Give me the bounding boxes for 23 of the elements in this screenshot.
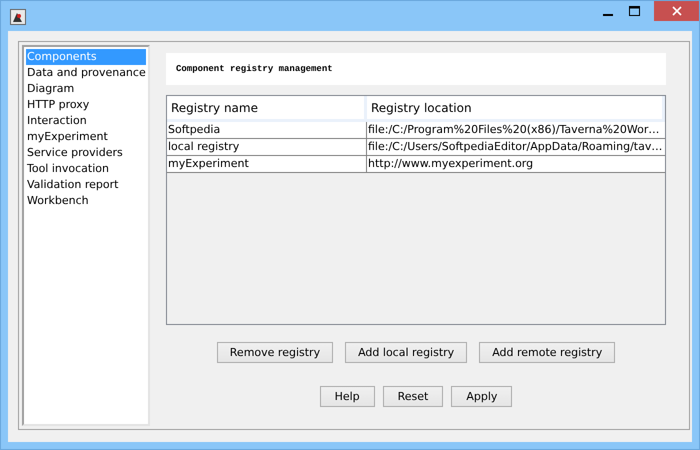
sidebar-item[interactable]: Workbench (26, 193, 146, 209)
registry-button[interactable]: Add local registry (345, 342, 468, 363)
dialog-button[interactable]: Apply (451, 386, 512, 407)
sidebar-item[interactable]: Diagram (26, 81, 146, 97)
sidebar-item[interactable]: HTTP proxy (26, 97, 146, 113)
registry-button[interactable]: Add remote registry (479, 342, 616, 363)
section-heading: Component registry management (176, 64, 333, 74)
sidebar-item[interactable]: Validation report (26, 177, 146, 193)
sidebar-item[interactable]: Service providers (26, 145, 146, 161)
minimize-icon (602, 14, 612, 16)
registry-button[interactable]: Remove registry (216, 342, 334, 363)
sidebar-item[interactable]: Tool invocation (26, 161, 146, 177)
sidebar-item[interactable]: myExperiment (26, 129, 146, 145)
maximize-icon (629, 6, 640, 16)
close-button[interactable] (654, 1, 699, 21)
sidebar-item[interactable]: Data and provenance (26, 65, 146, 81)
table-cell: myExperiment (167, 156, 367, 173)
sidebar-item[interactable]: Interaction (26, 113, 146, 129)
dialog-button[interactable]: Reset (382, 386, 444, 407)
dialog-button[interactable]: Help (320, 386, 375, 407)
app-icon (10, 9, 26, 25)
table-cell: http://www.myexperiment.org (367, 156, 665, 173)
close-icon (672, 6, 682, 16)
